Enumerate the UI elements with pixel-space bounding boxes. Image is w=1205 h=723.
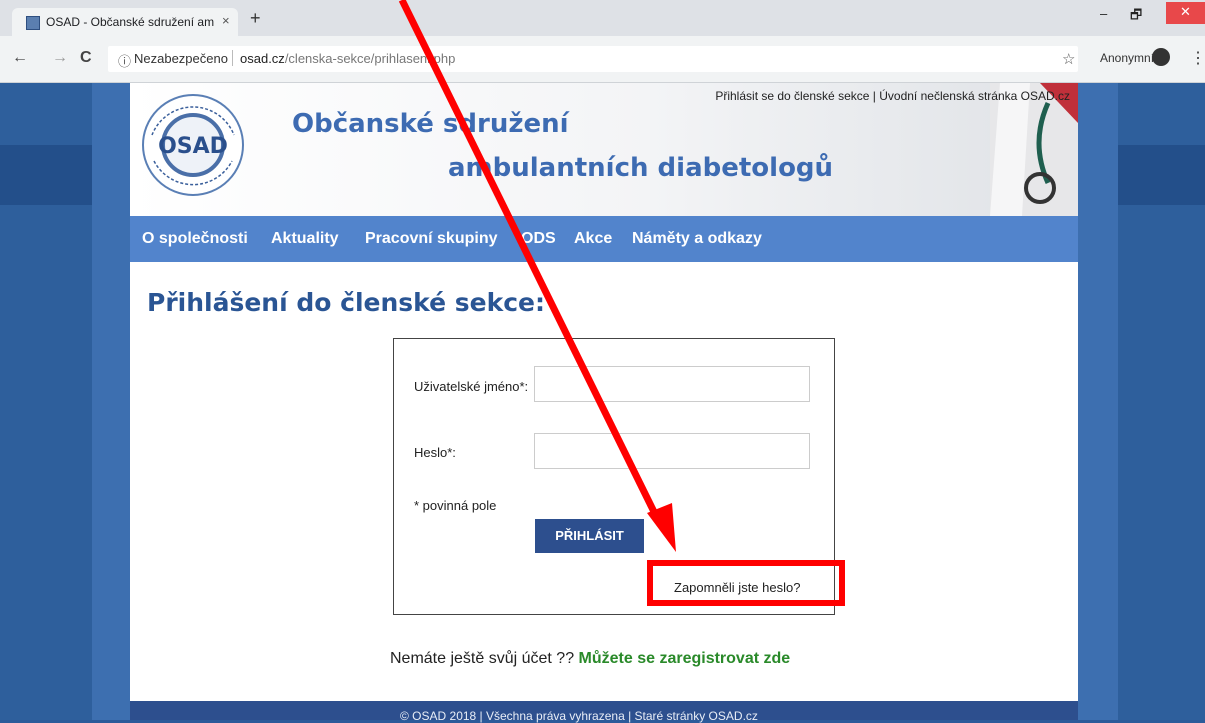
- tab-bar: OSAD - Občanské sdružení ambu × + – 🗗 ✕: [0, 0, 1205, 36]
- info-icon[interactable]: ⓘ: [118, 51, 131, 70]
- username-input[interactable]: [534, 366, 810, 402]
- site-content: OSAD Občanské sdružení ambulantních diab…: [130, 83, 1078, 720]
- back-button[interactable]: ←: [12, 49, 28, 67]
- profile-label[interactable]: Anonymní: [1100, 51, 1154, 65]
- site-title-line2: ambulantních diabetologů: [448, 153, 834, 183]
- register-link[interactable]: Můžete se zaregistrovat zde: [579, 650, 791, 667]
- new-tab-button[interactable]: +: [250, 9, 261, 27]
- browser-tab[interactable]: OSAD - Občanské sdružení ambu ×: [12, 8, 238, 36]
- top-link-separator: |: [872, 89, 876, 103]
- home-link[interactable]: Úvodní nečlenská stránka OSAD.cz: [879, 89, 1070, 103]
- window-close-button[interactable]: ✕: [1166, 2, 1205, 24]
- omnibox-divider: [232, 50, 233, 66]
- reload-button[interactable]: C: [80, 49, 92, 67]
- nav-item-o-spolecnosti[interactable]: O společnosti: [142, 230, 248, 248]
- security-label[interactable]: Nezabezpečeno: [134, 51, 228, 66]
- tab-close-icon[interactable]: ×: [222, 13, 230, 28]
- password-input[interactable]: [534, 433, 810, 469]
- incognito-icon[interactable]: [1152, 48, 1170, 66]
- site-footer: © OSAD 2018 | Všechna práva vyhrazena | …: [130, 701, 1078, 723]
- footer-text: © OSAD 2018 | Všechna práva vyhrazena | …: [400, 709, 758, 723]
- page-title: Přihlášení do členské sekce:: [147, 288, 546, 317]
- username-label: Uživatelské jméno*:: [414, 379, 529, 394]
- login-button[interactable]: PŘIHLÁSIT: [535, 519, 644, 553]
- nav-item-ods[interactable]: ODS: [521, 230, 556, 248]
- url-domain: osad.cz: [240, 51, 285, 66]
- register-prompt: Nemáte ještě svůj účet ??: [390, 650, 575, 667]
- nav-item-pracovni-skupiny[interactable]: Pracovní skupiny: [365, 230, 498, 248]
- highlight-box: [647, 560, 845, 606]
- login-link[interactable]: Přihlásit se do členské sekce: [715, 89, 869, 103]
- browser-menu-icon[interactable]: ⋮: [1190, 48, 1205, 68]
- forward-button[interactable]: →: [52, 49, 68, 67]
- tab-title: OSAD - Občanské sdružení ambu: [46, 15, 214, 29]
- register-text: Nemáte ještě svůj účet ?? Můžete se zare…: [390, 650, 790, 668]
- nav-item-aktuality[interactable]: Aktuality: [271, 230, 339, 248]
- site-header: OSAD Občanské sdružení ambulantních diab…: [130, 83, 1078, 216]
- osad-logo-icon[interactable]: OSAD: [138, 91, 256, 199]
- browser-toolbar: ← → C ⓘ Nezabezpečeno osad.cz/clenska-se…: [0, 36, 1205, 83]
- password-label: Heslo*:: [414, 445, 456, 460]
- url-path: /clenska-sekce/prihlaseni.php: [284, 51, 456, 66]
- nav-item-akce[interactable]: Akce: [574, 230, 612, 248]
- bookmark-star-icon[interactable]: ☆: [1062, 50, 1075, 68]
- nav-item-namety-a-odkazy[interactable]: Náměty a odkazy: [632, 230, 762, 248]
- main-nav: O společnosti Aktuality Pracovní skupiny…: [130, 216, 1078, 262]
- site-title-line1: Občanské sdružení: [292, 109, 569, 139]
- required-note: * povinná pole: [414, 498, 497, 513]
- top-links: Přihlásit se do členské sekce | Úvodní n…: [715, 89, 1070, 103]
- url-text[interactable]: osad.cz/clenska-sekce/prihlaseni.php: [240, 51, 455, 66]
- restore-button[interactable]: 🗗: [1130, 6, 1142, 28]
- logo-text: OSAD: [158, 134, 228, 159]
- favicon-icon: [26, 16, 40, 30]
- address-bar[interactable]: ⓘ Nezabezpečeno osad.cz/clenska-sekce/pr…: [108, 46, 1078, 72]
- minimize-button[interactable]: –: [1100, 6, 1107, 21]
